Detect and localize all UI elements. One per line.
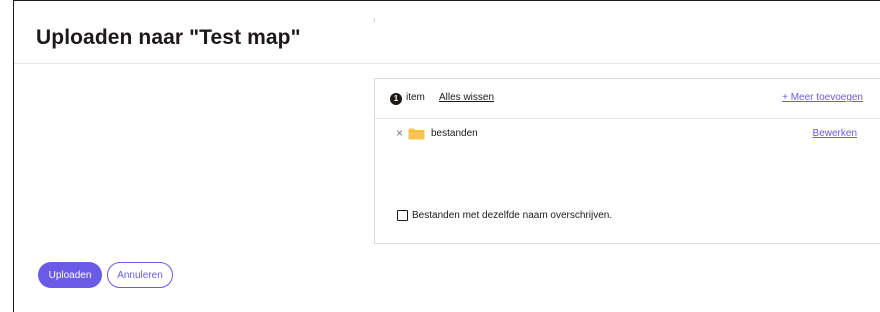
overwrite-checkbox-label: Bestanden met dezelfde naam overschrijve… (412, 210, 613, 221)
upload-button[interactable]: Uploaden (38, 262, 102, 288)
dialog-title: Uploaden naar "Test map" (36, 26, 301, 49)
divider-tick (374, 18, 375, 23)
clear-all-link[interactable]: Alles wissen (439, 92, 494, 103)
upload-list-item: × bestanden Bewerken (375, 119, 880, 147)
header-divider (14, 63, 880, 64)
item-name: bestanden (431, 128, 478, 139)
overwrite-option[interactable]: Bestanden met dezelfde naam overschrijve… (397, 210, 612, 221)
item-count-label: item (406, 92, 425, 103)
cancel-button[interactable]: Annuleren (107, 262, 173, 288)
add-more-link[interactable]: + Meer toevoegen (782, 92, 863, 103)
upload-list-panel: 1 item Alles wissen + Meer toevoegen × b… (374, 78, 880, 244)
edit-item-link[interactable]: Bewerken (813, 128, 857, 139)
remove-item-icon[interactable]: × (396, 127, 403, 139)
folder-icon (408, 128, 425, 140)
upload-list-header: 1 item Alles wissen + Meer toevoegen (375, 79, 880, 119)
overwrite-checkbox[interactable] (397, 210, 408, 221)
item-count-badge: 1 (390, 93, 402, 105)
